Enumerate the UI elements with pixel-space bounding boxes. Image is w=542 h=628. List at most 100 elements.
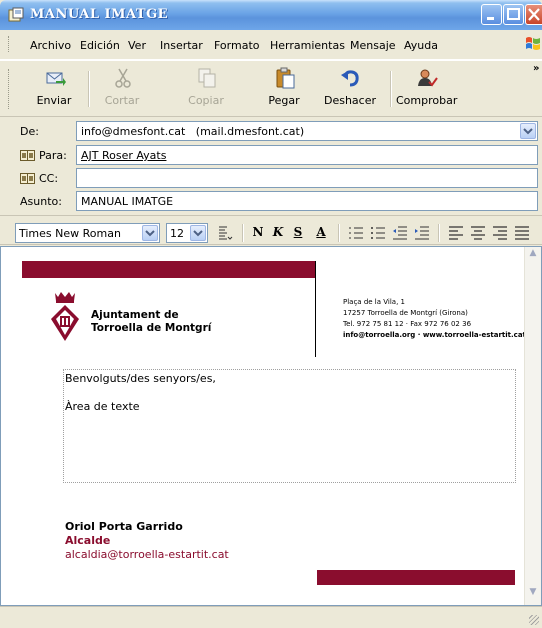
cut-button[interactable]: Cortar — [92, 65, 152, 111]
check-names-button[interactable]: Comprobar — [396, 65, 458, 111]
windows-logo-icon — [526, 37, 540, 50]
italic-button[interactable]: K — [272, 225, 284, 241]
subject-label: Asunto: — [20, 195, 62, 208]
title-bar: MANUAL IMATGE — [0, 0, 542, 30]
window-title: MANUAL IMATGE — [30, 7, 169, 22]
address-contact: info@torroella.org · www.torroella-estar… — [343, 331, 526, 339]
letterhead-bar — [22, 261, 316, 278]
chevron-down-icon — [193, 230, 203, 237]
menu-edicion[interactable]: Edición — [80, 39, 120, 52]
chevron-down-icon — [145, 230, 155, 237]
footer-bar — [317, 570, 515, 585]
to-row: Para: AJT Roser Ayats — [0, 145, 542, 165]
resize-grip-icon[interactable] — [529, 615, 539, 625]
undo-button[interactable]: Deshacer — [320, 65, 380, 111]
send-button[interactable]: Enviar — [24, 65, 84, 111]
font-dropdown-button[interactable] — [142, 225, 158, 241]
undo-label: Deshacer — [323, 94, 377, 107]
paragraph-style-icon[interactable] — [217, 225, 233, 241]
scissors-icon — [115, 68, 131, 88]
menu-herramientas[interactable]: Herramientas — [270, 39, 345, 52]
format-separator — [242, 224, 244, 242]
underline-button[interactable]: S — [292, 225, 304, 241]
font-value: Times New Roman — [19, 227, 121, 240]
menu-ayuda[interactable]: Ayuda — [404, 39, 438, 52]
letterhead-divider — [315, 261, 316, 357]
copy-button[interactable]: Copiar — [176, 65, 236, 111]
menu-formato[interactable]: Formato — [214, 39, 260, 52]
coat-of-arms-logo — [51, 292, 79, 341]
address-line: Tel. 972 75 81 12 · Fax 972 76 02 36 — [343, 320, 472, 328]
address-book-icon[interactable] — [20, 150, 35, 161]
subject-row: Asunto: MANUAL IMATGE — [0, 191, 542, 211]
menu-ver[interactable]: Ver — [128, 39, 146, 52]
scroll-up-icon[interactable]: ▲ — [525, 248, 541, 264]
message-body[interactable]: Ajuntament de Torroella de Montgrí Plaça… — [0, 246, 542, 606]
menu-insertar[interactable]: Insertar — [160, 39, 203, 52]
toolbar: Enviar Cortar Copiar Pegar Deshacer Comp… — [0, 60, 542, 117]
bulleted-list-icon[interactable] — [370, 225, 386, 241]
align-left-icon[interactable] — [448, 225, 464, 241]
font-size-value: 12 — [170, 227, 184, 240]
decrease-indent-icon[interactable] — [392, 225, 408, 241]
cc-row: CC: — [0, 168, 542, 188]
chevron-down-icon — [523, 128, 533, 135]
minimize-button[interactable] — [481, 4, 502, 25]
maximize-icon — [507, 8, 520, 20]
to-field[interactable]: AJT Roser Ayats — [76, 145, 538, 165]
subject-value: MANUAL IMATGE — [81, 195, 174, 208]
from-field[interactable]: info@dmesfont.cat (mail.dmesfont.cat) — [76, 121, 538, 141]
from-dropdown-button[interactable] — [520, 123, 536, 139]
from-label: De: — [20, 125, 39, 138]
toolbar-separator — [88, 71, 90, 107]
align-right-icon[interactable] — [492, 225, 508, 241]
font-color-button[interactable]: A — [314, 225, 328, 241]
text-area-box[interactable] — [63, 369, 516, 483]
undo-icon — [341, 70, 359, 87]
address-line: 17257 Torroella de Montgrí (Girona) — [343, 309, 468, 317]
paste-icon — [276, 67, 295, 89]
font-size-select[interactable]: 12 — [166, 223, 208, 243]
check-names-label: Comprobar — [396, 94, 458, 107]
bold-button[interactable]: N — [252, 225, 264, 241]
vertical-scrollbar[interactable]: ▲ ▼ — [524, 247, 541, 605]
area-text: Àrea de texte — [65, 400, 140, 413]
envelope-icon — [8, 7, 24, 22]
cc-field[interactable] — [76, 168, 538, 188]
status-bar — [0, 606, 542, 628]
signature-name: Oriol Porta Garrido — [65, 520, 183, 533]
close-icon — [528, 8, 540, 21]
maximize-button[interactable] — [503, 4, 524, 25]
format-separator — [438, 224, 440, 242]
org-name-line2: Torroella de Montgrí — [91, 322, 212, 334]
copy-label: Copiar — [188, 94, 224, 107]
toolbar-overflow-icon[interactable]: » — [533, 63, 539, 74]
paste-button[interactable]: Pegar — [254, 65, 314, 111]
increase-indent-icon[interactable] — [414, 225, 430, 241]
from-row: De: info@dmesfont.cat (mail.dmesfont.cat… — [0, 121, 542, 141]
close-button[interactable] — [525, 4, 542, 25]
format-bar: Times New Roman 12 N K S A — [0, 215, 542, 245]
signature-role: Alcalde — [65, 534, 111, 547]
justify-icon[interactable] — [514, 225, 530, 241]
menu-mensaje[interactable]: Mensaje — [350, 39, 396, 52]
org-name-line1: Ajuntament de — [91, 309, 179, 321]
toolbar-grip[interactable] — [8, 69, 11, 109]
check-names-icon — [418, 69, 438, 87]
font-select[interactable]: Times New Roman — [15, 223, 160, 243]
address-book-icon[interactable] — [20, 173, 35, 184]
cc-label: CC: — [39, 172, 59, 185]
copy-icon — [198, 68, 216, 88]
subject-field[interactable]: MANUAL IMATGE — [76, 191, 538, 211]
to-value[interactable]: AJT Roser Ayats — [81, 149, 166, 162]
send-icon — [46, 72, 66, 86]
align-center-icon[interactable] — [470, 225, 486, 241]
paste-label: Pegar — [268, 94, 300, 107]
format-separator — [338, 224, 340, 242]
size-dropdown-button[interactable] — [190, 225, 206, 241]
signature-email[interactable]: alcaldia@torroella-estartit.cat — [65, 548, 229, 561]
menu-grip[interactable] — [8, 36, 11, 52]
scroll-down-icon[interactable]: ▼ — [525, 587, 541, 603]
numbered-list-icon[interactable] — [348, 225, 364, 241]
menu-archivo[interactable]: Archivo — [30, 39, 71, 52]
